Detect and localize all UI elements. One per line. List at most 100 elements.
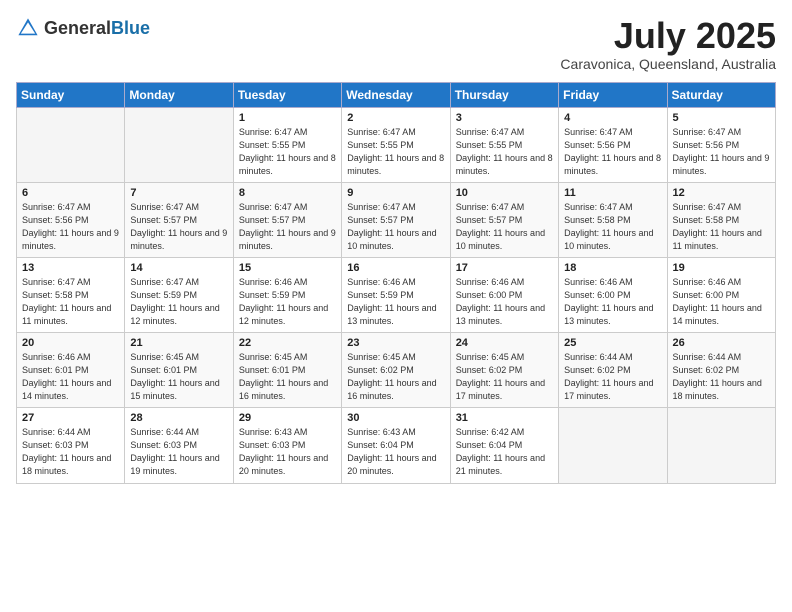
day-info: Sunrise: 6:47 AM Sunset: 5:57 PM Dayligh… [456, 201, 553, 253]
day-number: 19 [673, 262, 770, 274]
day-number: 9 [347, 187, 444, 199]
calendar-cell: 21Sunrise: 6:45 AM Sunset: 6:01 PM Dayli… [125, 333, 233, 408]
day-number: 22 [239, 337, 336, 349]
calendar-cell: 17Sunrise: 6:46 AM Sunset: 6:00 PM Dayli… [450, 257, 558, 332]
calendar-cell: 10 Sunrise: 6:47 AM Sunset: 5:57 PM Dayli… [450, 182, 558, 257]
weekday-header-sunday: Sunday [17, 82, 125, 107]
day-number: 20 [22, 337, 119, 349]
calendar-cell: 20Sunrise: 6:46 AM Sunset: 6:01 PM Dayli… [17, 333, 125, 408]
calendar-cell: 15 Sunrise: 6:46 AM Sunset: 5:59 PM Dayli… [233, 257, 341, 332]
page-header: GeneralBlue July 2025 Caravonica, Queens… [16, 16, 776, 72]
day-number: 23 [347, 337, 444, 349]
day-info: Sunrise: 6:45 AM Sunset: 6:02 PM Dayligh… [347, 351, 444, 403]
day-number: 24 [456, 337, 553, 349]
weekday-header-row: SundayMondayTuesdayWednesdayThursdayFrid… [17, 82, 776, 107]
calendar-cell: 12 Sunrise: 6:47 AM Sunset: 5:58 PM Dayli… [667, 182, 775, 257]
day-number: 16 [347, 262, 444, 274]
day-info: Sunrise: 6:44 AM Sunset: 6:02 PM Dayligh… [673, 351, 770, 403]
day-info: Sunrise: 6:47 AM Sunset: 5:56 PM Dayligh… [673, 126, 770, 178]
day-number: 10 [456, 187, 553, 199]
day-number: 3 [456, 112, 553, 124]
day-number: 29 [239, 412, 336, 424]
day-number: 18 [564, 262, 661, 274]
calendar-cell: 1Sunrise: 6:47 AM Sunset: 5:55 PM Daylig… [233, 107, 341, 182]
calendar-cell [125, 107, 233, 182]
day-number: 26 [673, 337, 770, 349]
day-number: 17 [456, 262, 553, 274]
day-info: Sunrise: 6:46 AM Sunset: 5:59 PM Dayligh… [347, 276, 444, 328]
calendar-cell: 16 Sunrise: 6:46 AM Sunset: 5:59 PM Dayli… [342, 257, 450, 332]
calendar-cell: 27Sunrise: 6:44 AM Sunset: 6:03 PM Dayli… [17, 408, 125, 483]
day-info: Sunrise: 6:44 AM Sunset: 6:03 PM Dayligh… [22, 426, 119, 478]
day-info: Sunrise: 6:46 AM Sunset: 5:59 PM Dayligh… [239, 276, 336, 328]
logo-text-blue: Blue [111, 18, 150, 38]
day-info: Sunrise: 6:42 AM Sunset: 6:04 PM Dayligh… [456, 426, 553, 478]
calendar-cell: 8 Sunrise: 6:47 AM Sunset: 5:57 PM Daylig… [233, 182, 341, 257]
calendar-cell: 18 Sunrise: 6:46 AM Sunset: 6:00 PM Dayli… [559, 257, 667, 332]
calendar-cell: 13 Sunrise: 6:47 AM Sunset: 5:58 PM Dayli… [17, 257, 125, 332]
day-info: Sunrise: 6:47 AM Sunset: 5:56 PM Dayligh… [22, 201, 119, 253]
calendar-cell: 31 Sunrise: 6:42 AM Sunset: 6:04 PM Dayli… [450, 408, 558, 483]
title-block: July 2025 Caravonica, Queensland, Austra… [560, 16, 776, 72]
day-number: 12 [673, 187, 770, 199]
day-info: Sunrise: 6:43 AM Sunset: 6:03 PM Dayligh… [239, 426, 336, 478]
calendar-cell: 22 Sunrise: 6:45 AM Sunset: 6:01 PM Dayli… [233, 333, 341, 408]
week-row-1: 1Sunrise: 6:47 AM Sunset: 5:55 PM Daylig… [17, 107, 776, 182]
calendar-cell [17, 107, 125, 182]
calendar-cell: 24 Sunrise: 6:45 AM Sunset: 6:02 PM Dayli… [450, 333, 558, 408]
day-info: Sunrise: 6:47 AM Sunset: 5:59 PM Dayligh… [130, 276, 227, 328]
day-info: Sunrise: 6:47 AM Sunset: 5:55 PM Dayligh… [239, 126, 336, 178]
calendar-cell: 9 Sunrise: 6:47 AM Sunset: 5:57 PM Daylig… [342, 182, 450, 257]
location-title: Caravonica, Queensland, Australia [560, 56, 776, 72]
day-number: 6 [22, 187, 119, 199]
day-info: Sunrise: 6:46 AM Sunset: 6:00 PM Dayligh… [673, 276, 770, 328]
day-number: 21 [130, 337, 227, 349]
day-number: 11 [564, 187, 661, 199]
day-info: Sunrise: 6:47 AM Sunset: 5:58 PM Dayligh… [673, 201, 770, 253]
day-info: Sunrise: 6:47 AM Sunset: 5:57 PM Dayligh… [130, 201, 227, 253]
day-info: Sunrise: 6:44 AM Sunset: 6:03 PM Dayligh… [130, 426, 227, 478]
calendar-cell [667, 408, 775, 483]
week-row-2: 6 Sunrise: 6:47 AM Sunset: 5:56 PM Daylig… [17, 182, 776, 257]
day-number: 30 [347, 412, 444, 424]
day-info: Sunrise: 6:47 AM Sunset: 5:58 PM Dayligh… [564, 201, 661, 253]
calendar-cell: 6 Sunrise: 6:47 AM Sunset: 5:56 PM Daylig… [17, 182, 125, 257]
week-row-4: 20Sunrise: 6:46 AM Sunset: 6:01 PM Dayli… [17, 333, 776, 408]
day-info: Sunrise: 6:45 AM Sunset: 6:01 PM Dayligh… [239, 351, 336, 403]
day-number: 13 [22, 262, 119, 274]
day-number: 2 [347, 112, 444, 124]
weekday-header-monday: Monday [125, 82, 233, 107]
calendar-cell: 7 Sunrise: 6:47 AM Sunset: 5:57 PM Daylig… [125, 182, 233, 257]
day-info: Sunrise: 6:47 AM Sunset: 5:57 PM Dayligh… [239, 201, 336, 253]
calendar-cell: 14Sunrise: 6:47 AM Sunset: 5:59 PM Dayli… [125, 257, 233, 332]
day-number: 8 [239, 187, 336, 199]
logo: GeneralBlue [16, 16, 150, 40]
day-number: 25 [564, 337, 661, 349]
day-info: Sunrise: 6:45 AM Sunset: 6:02 PM Dayligh… [456, 351, 553, 403]
weekday-header-saturday: Saturday [667, 82, 775, 107]
day-number: 28 [130, 412, 227, 424]
month-title: July 2025 [560, 16, 776, 56]
weekday-header-thursday: Thursday [450, 82, 558, 107]
day-info: Sunrise: 6:47 AM Sunset: 5:58 PM Dayligh… [22, 276, 119, 328]
day-number: 7 [130, 187, 227, 199]
calendar-cell: 19 Sunrise: 6:46 AM Sunset: 6:00 PM Dayli… [667, 257, 775, 332]
day-info: Sunrise: 6:44 AM Sunset: 6:02 PM Dayligh… [564, 351, 661, 403]
day-info: Sunrise: 6:47 AM Sunset: 5:56 PM Dayligh… [564, 126, 661, 178]
calendar-cell: 29 Sunrise: 6:43 AM Sunset: 6:03 PM Dayli… [233, 408, 341, 483]
day-info: Sunrise: 6:47 AM Sunset: 5:57 PM Dayligh… [347, 201, 444, 253]
day-number: 15 [239, 262, 336, 274]
calendar-cell: 3Sunrise: 6:47 AM Sunset: 5:55 PM Daylig… [450, 107, 558, 182]
calendar-cell: 30Sunrise: 6:43 AM Sunset: 6:04 PM Dayli… [342, 408, 450, 483]
logo-icon [16, 16, 40, 40]
calendar-cell: 23 Sunrise: 6:45 AM Sunset: 6:02 PM Dayli… [342, 333, 450, 408]
logo-text-general: General [44, 18, 111, 38]
day-number: 31 [456, 412, 553, 424]
calendar-cell: 25 Sunrise: 6:44 AM Sunset: 6:02 PM Dayli… [559, 333, 667, 408]
calendar-cell [559, 408, 667, 483]
day-info: Sunrise: 6:46 AM Sunset: 6:00 PM Dayligh… [564, 276, 661, 328]
week-row-3: 13 Sunrise: 6:47 AM Sunset: 5:58 PM Dayli… [17, 257, 776, 332]
calendar-cell: 28 Sunrise: 6:44 AM Sunset: 6:03 PM Dayli… [125, 408, 233, 483]
week-row-5: 27Sunrise: 6:44 AM Sunset: 6:03 PM Dayli… [17, 408, 776, 483]
calendar-table: SundayMondayTuesdayWednesdayThursdayFrid… [16, 82, 776, 484]
